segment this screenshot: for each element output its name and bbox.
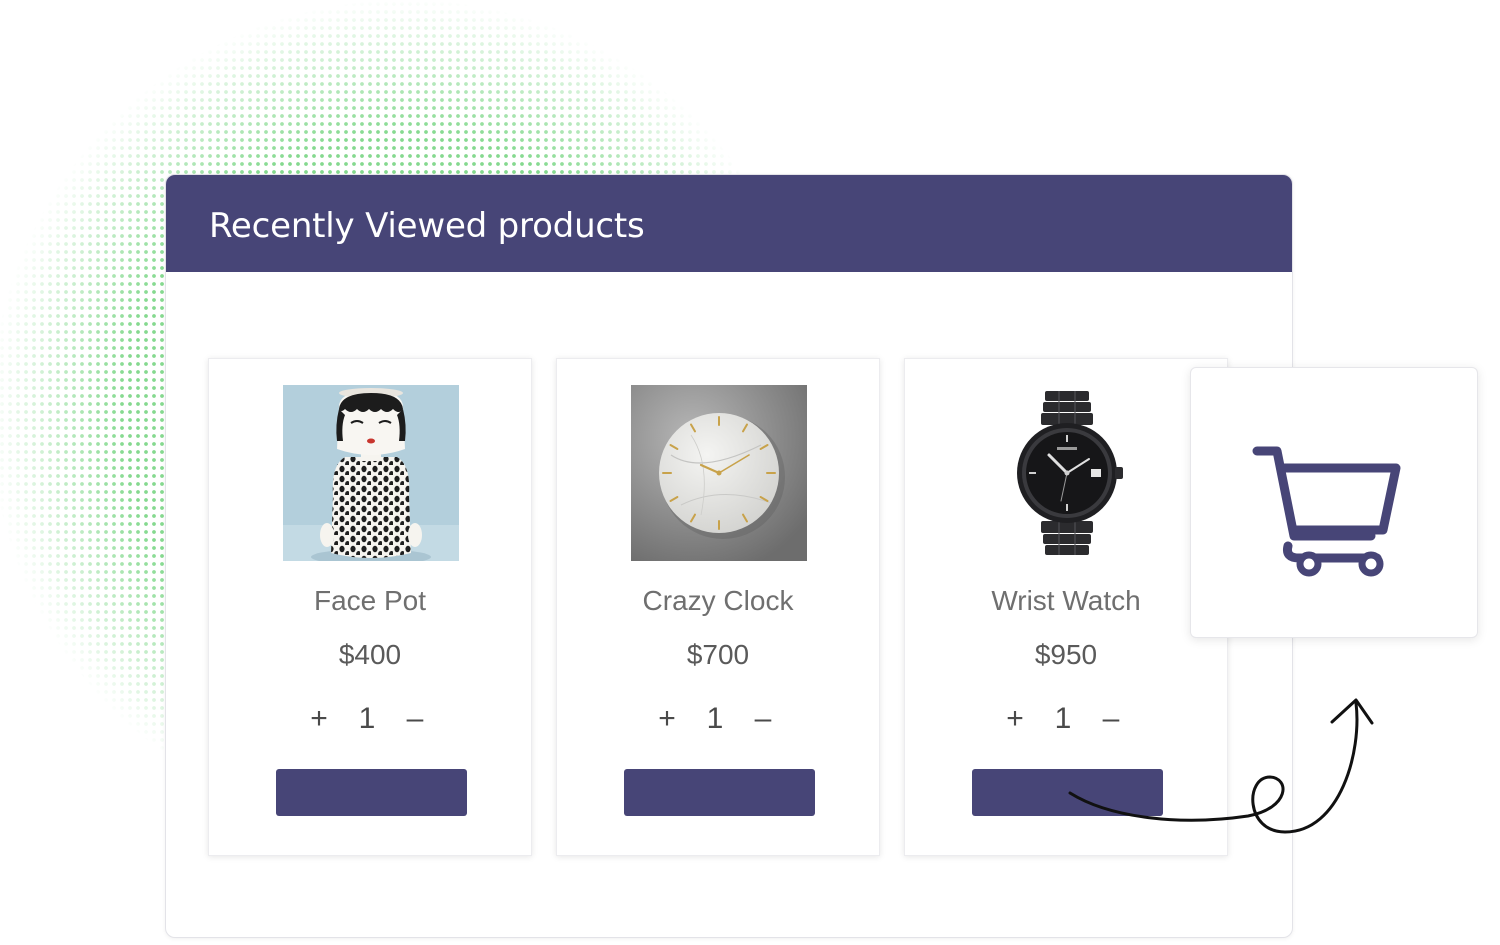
product-name[interactable]: Face Pot [209,585,531,617]
quantity-value: 1 [706,702,724,735]
increase-quantity-button[interactable]: + [653,701,681,737]
product-card-face-pot[interactable]: Face Pot $400 + 1 – [208,358,532,856]
panel-title: Recently Viewed products [209,206,645,246]
product-image[interactable] [283,385,459,561]
decrease-quantity-button[interactable]: – [1097,701,1125,737]
product-image[interactable] [979,385,1155,561]
quantity-stepper: + 1 – [557,701,879,737]
quantity-stepper: + 1 – [905,701,1227,737]
panel-header: Recently Viewed products [166,175,1292,272]
product-name[interactable]: Crazy Clock [557,585,879,617]
cart-panel[interactable] [1190,367,1478,638]
product-card-crazy-clock[interactable]: Crazy Clock $700 + 1 – [556,358,880,856]
quantity-value: 1 [1054,702,1072,735]
clock-image [631,385,807,561]
shopping-cart-icon[interactable] [1191,368,1477,637]
product-card-wrist-watch[interactable]: Wrist Watch $950 + 1 – [904,358,1228,856]
face-pot-image [283,385,459,561]
increase-quantity-button[interactable]: + [1001,701,1029,737]
product-price: $950 [1034,639,1098,670]
add-to-cart-button[interactable] [624,769,815,816]
quantity-value: 1 [358,702,376,735]
increase-quantity-button[interactable]: + [305,701,333,737]
add-to-cart-button[interactable] [276,769,467,816]
product-image[interactable] [631,385,807,561]
product-price: $700 [686,639,750,670]
wrist-watch-image [979,385,1155,561]
add-to-cart-button[interactable] [972,769,1163,816]
decrease-quantity-button[interactable]: – [749,701,777,737]
product-name[interactable]: Wrist Watch [905,585,1227,617]
product-price: $400 [338,639,402,670]
quantity-stepper: + 1 – [209,701,531,737]
decrease-quantity-button[interactable]: – [401,701,429,737]
